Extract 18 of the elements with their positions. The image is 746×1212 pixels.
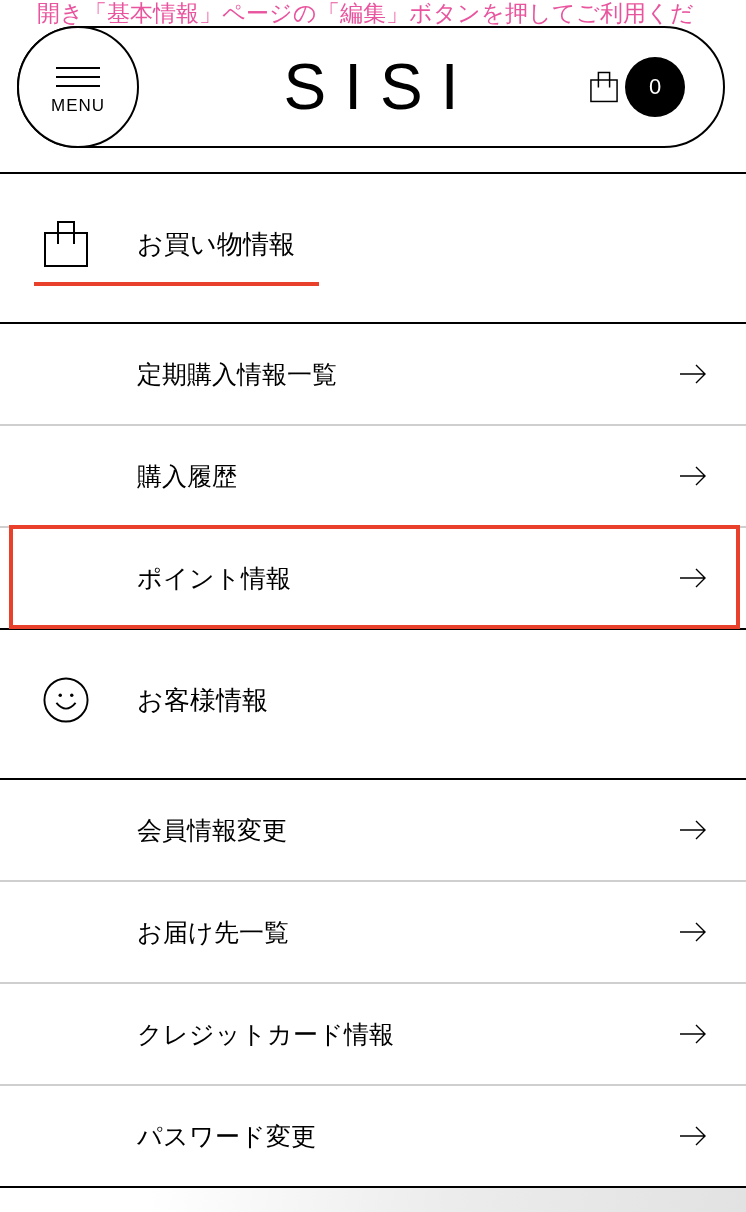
section-title: お買い物情報 [137, 228, 295, 260]
smiley-face-icon [43, 676, 89, 724]
arrow-right-icon [680, 922, 706, 942]
arrow-right-icon [680, 466, 706, 486]
arrow-right-icon [680, 1126, 706, 1146]
arrow-right-icon [680, 820, 706, 840]
arrow-right-icon [680, 1024, 706, 1044]
logo[interactable]: SISI [265, 52, 477, 122]
menu-icon [56, 66, 100, 87]
shopping-bag-icon[interactable] [590, 71, 618, 103]
section-title: お客様情報 [137, 684, 268, 716]
menu-button[interactable]: MENU [17, 26, 139, 148]
menu-link[interactable]: ポイント情報 [0, 526, 746, 628]
shopping-bag-icon [43, 221, 89, 267]
arrow-right-icon [680, 364, 706, 384]
arrow-right-icon [680, 568, 706, 588]
notice-text: 開き「基本情報」ページの「編集」ボタンを押してご利用くだ [36, 0, 695, 26]
cart-count-badge: 0 [625, 57, 685, 117]
